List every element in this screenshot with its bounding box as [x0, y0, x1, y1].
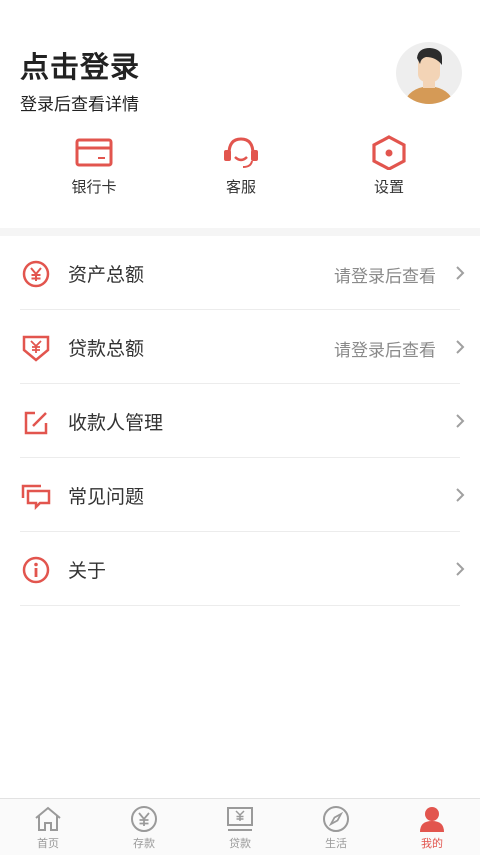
menu-list: 资产总额 请登录后查看 贷款总额 请登录后查看 收款人管理 常见问题 关于 — [0, 236, 480, 606]
avatar[interactable] — [396, 42, 462, 104]
yuan-down-icon — [22, 335, 50, 362]
headset-icon — [224, 137, 258, 168]
menu-item-faq[interactable]: 常见问题 — [0, 458, 480, 532]
chevron-right-icon — [456, 340, 465, 354]
tab-deposit[interactable]: 存款 — [96, 799, 192, 855]
compass-icon — [323, 806, 349, 832]
tab-loan[interactable]: 贷款 — [192, 799, 288, 855]
section-divider — [0, 228, 480, 236]
quick-label: 设置 — [373, 178, 404, 196]
quick-bank-card[interactable]: 银行卡 — [34, 134, 154, 197]
tab-label: 贷款 — [229, 837, 251, 850]
row-divider — [20, 605, 460, 606]
tab-label: 我的 — [421, 837, 443, 850]
quick-label: 客服 — [225, 178, 256, 196]
quick-label: 银行卡 — [71, 178, 117, 196]
menu-label: 关于 — [68, 560, 107, 582]
tab-label: 首页 — [37, 837, 59, 850]
info-circle-icon — [22, 556, 50, 584]
menu-label: 收款人管理 — [68, 412, 164, 434]
chevron-right-icon — [456, 488, 465, 502]
chevron-right-icon — [456, 562, 465, 576]
yuan-circle-icon — [22, 260, 50, 288]
login-title[interactable]: 点击登录 — [20, 44, 140, 86]
quick-settings[interactable]: 设置 — [329, 134, 449, 197]
menu-label: 资产总额 — [68, 264, 145, 286]
chat-bubbles-icon — [21, 484, 51, 510]
quick-customer-service[interactable]: 客服 — [181, 134, 301, 197]
menu-hint: 请登录后查看 — [334, 267, 436, 287]
menu-label: 常见问题 — [68, 486, 145, 508]
yuan-circle-icon — [131, 806, 157, 832]
menu-label: 贷款总额 — [68, 338, 145, 360]
settings-hexagon-icon — [372, 135, 406, 170]
edit-square-icon — [24, 411, 48, 435]
bank-card-icon — [75, 138, 113, 167]
tab-mine[interactable]: 我的 — [384, 799, 480, 855]
home-icon — [35, 806, 61, 831]
chevron-right-icon — [456, 414, 465, 428]
loan-screen-icon — [227, 807, 253, 831]
menu-item-payee-management[interactable]: 收款人管理 — [0, 384, 480, 458]
tab-label: 生活 — [325, 837, 347, 850]
chevron-right-icon — [456, 266, 465, 280]
menu-item-loans[interactable]: 贷款总额 请登录后查看 — [0, 310, 480, 384]
tab-life[interactable]: 生活 — [288, 799, 384, 855]
user-icon — [420, 807, 444, 832]
bottom-tab-bar: 首页 存款 贷款 生活 我的 — [0, 798, 480, 855]
profile-header: 点击登录 登录后查看详情 银行卡 客服 设置 — [0, 0, 480, 228]
login-subtitle: 登录后查看详情 — [20, 95, 139, 115]
menu-item-about[interactable]: 关于 — [0, 532, 480, 606]
tab-home[interactable]: 首页 — [0, 799, 96, 855]
menu-hint: 请登录后查看 — [334, 341, 436, 361]
tab-label: 存款 — [133, 837, 155, 850]
menu-item-assets[interactable]: 资产总额 请登录后查看 — [0, 236, 480, 310]
